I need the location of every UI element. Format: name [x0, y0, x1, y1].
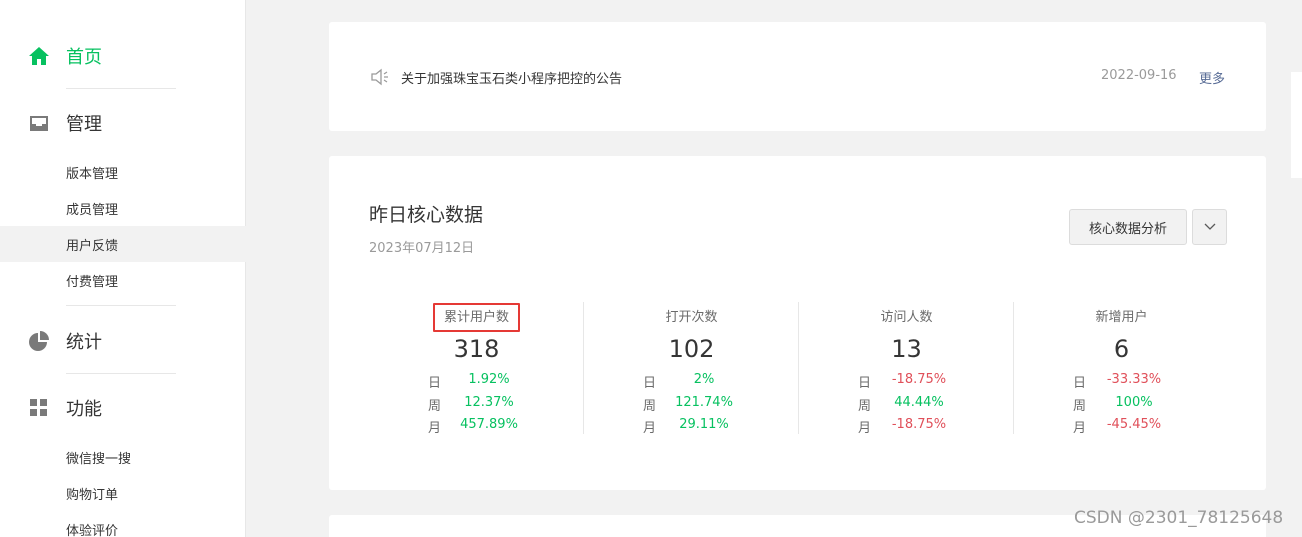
notice-date: 2022-09-16: [1101, 68, 1177, 83]
rate-value: 100%: [1115, 395, 1153, 410]
chevron-down-icon: [1204, 223, 1215, 230]
notice-card: 关于加强珠宝玉石类小程序把控的公告 2022-09-16 更多: [329, 22, 1266, 131]
rate-row: 月 457.89%: [369, 417, 584, 439]
rate-value: 1.92%: [468, 372, 510, 387]
metric-value: 13: [891, 335, 922, 363]
nav-home-label: 首页: [66, 47, 102, 68]
rate-row: 周 100%: [1014, 395, 1229, 417]
rate-value: 121.74%: [675, 395, 733, 410]
metric-new-users: 新增用户 6 日 -33.33% 周 100% 月 -45.45%: [1014, 302, 1229, 436]
rate-value: 44.44%: [894, 395, 944, 410]
dropdown-button[interactable]: [1192, 209, 1227, 245]
rate-row: 日 2%: [584, 372, 799, 394]
sidebar-item-wechat-search[interactable]: 微信搜一搜: [0, 439, 246, 475]
notice-title[interactable]: 关于加强珠宝玉石类小程序把控的公告: [401, 68, 622, 87]
nav-manage-label: 管理: [66, 114, 102, 135]
sidebar-item-members[interactable]: 成员管理: [0, 190, 246, 226]
sidebar-item-payment[interactable]: 付费管理: [0, 262, 246, 298]
core-data-analysis-button[interactable]: 核心数据分析: [1069, 209, 1187, 245]
rate-row: 周 121.74%: [584, 395, 799, 417]
rate-row: 周 12.37%: [369, 395, 584, 417]
rate-value: 2%: [693, 372, 715, 387]
rate-value: -33.33%: [1106, 372, 1162, 387]
rate-value: -18.75%: [891, 417, 947, 432]
core-data-date: 2023年07月12日: [369, 241, 475, 256]
speaker-icon: [371, 68, 388, 86]
metric-opens: 打开次数 102 日 2% 周 121.74% 月 29.11%: [584, 302, 799, 436]
rate-value: 457.89%: [460, 417, 518, 432]
sidebar-item-orders[interactable]: 购物订单: [0, 475, 246, 511]
nav-home[interactable]: 首页: [0, 34, 246, 78]
metric-label: 访问人数: [880, 310, 933, 325]
rate-row: 月 -45.45%: [1014, 417, 1229, 439]
rate-value: -45.45%: [1106, 417, 1162, 432]
rate-value: -18.75%: [891, 372, 947, 387]
sidebar-item-feedback[interactable]: 用户反馈: [0, 226, 246, 262]
watermark: CSDN @2301_78125648: [1074, 508, 1284, 528]
pie-chart-icon: [29, 331, 49, 351]
nav-stats[interactable]: 统计: [0, 319, 246, 363]
notice-more-link[interactable]: 更多: [1199, 68, 1225, 87]
divider: [66, 373, 176, 374]
metric-label: 累计用户数: [369, 303, 584, 332]
rate-row: 月 -18.75%: [799, 417, 1014, 439]
rate-value: 12.37%: [464, 395, 514, 410]
home-icon: [29, 47, 49, 65]
divider: [66, 88, 176, 89]
metric-label: 打开次数: [665, 310, 718, 325]
metric-visitors: 访问人数 13 日 -18.75% 周 44.44% 月 -18.75%: [799, 302, 1014, 436]
core-data-title: 昨日核心数据: [369, 204, 484, 226]
metric-value: 318: [453, 335, 500, 363]
side-panel-edge: [1291, 72, 1302, 178]
core-data-card: 昨日核心数据 2023年07月12日 核心数据分析 累计用户数 318 日 1.9…: [329, 156, 1266, 490]
rate-row: 周 44.44%: [799, 395, 1014, 417]
rate-row: 日 -33.33%: [1014, 372, 1229, 394]
nav-stats-label: 统计: [66, 332, 102, 353]
rate-row: 日 -18.75%: [799, 372, 1014, 394]
nav-features-label: 功能: [66, 399, 102, 420]
grid-icon: [30, 399, 47, 416]
nav-features[interactable]: 功能: [0, 386, 246, 430]
rate-value: 29.11%: [679, 417, 729, 432]
metric-value: 6: [1113, 335, 1130, 363]
metric-label-text: 累计用户数: [432, 303, 520, 332]
sidebar: 首页 管理 版本管理 成员管理 用户反馈 付费管理 统计 功能 微信搜一搜 购物…: [0, 0, 246, 537]
metric-total-users: 累计用户数 318 日 1.92% 周 12.37% 月 457.89%: [369, 302, 584, 436]
inbox-icon: [30, 116, 48, 131]
metric-value: 102: [668, 335, 715, 363]
sidebar-item-reviews[interactable]: 体验评价: [0, 511, 246, 537]
sidebar-item-version[interactable]: 版本管理: [0, 154, 246, 190]
metric-label: 新增用户: [1095, 310, 1148, 325]
rate-row: 日 1.92%: [369, 372, 584, 394]
nav-manage[interactable]: 管理: [0, 101, 246, 145]
divider: [66, 305, 176, 306]
rate-row: 月 29.11%: [584, 417, 799, 439]
